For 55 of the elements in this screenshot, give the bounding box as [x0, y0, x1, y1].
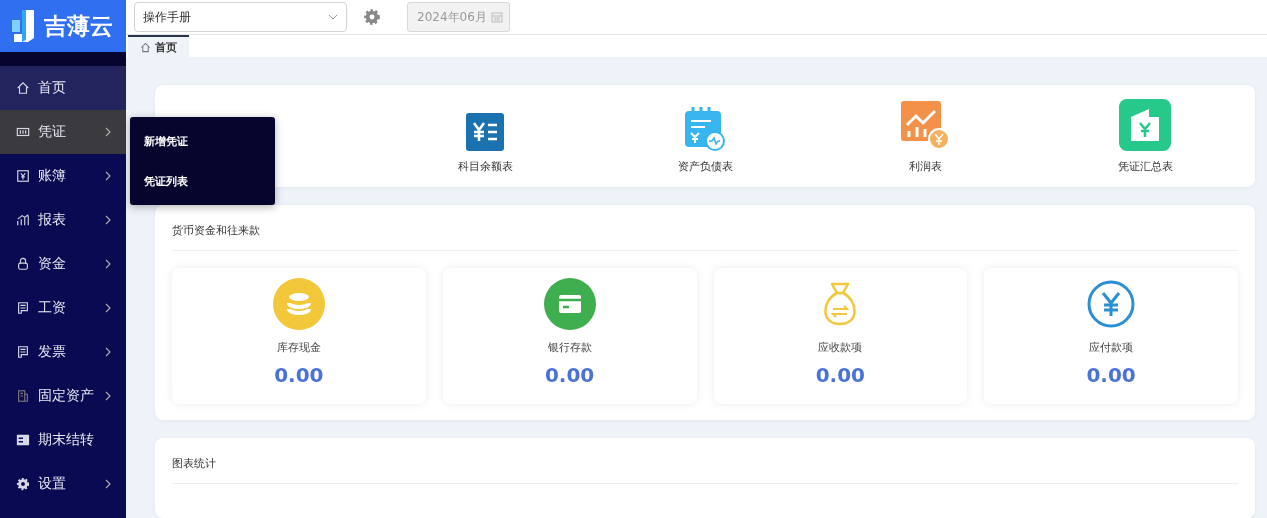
fund-value: 0.00	[1086, 363, 1136, 387]
sidebar-item[interactable]: 发票	[0, 330, 126, 374]
quick-link-label[interactable]: 科目余额表	[457, 159, 513, 174]
chevron-right-icon	[104, 347, 112, 357]
logo-text: 吉薄云	[44, 11, 113, 41]
submenu-item[interactable]: 凭证列表	[130, 161, 275, 201]
quick-link-label[interactable]: 凭证汇总表	[1117, 159, 1173, 174]
sidebar-item[interactable]: 凭证	[0, 110, 126, 154]
sidebar-item[interactable]: 资金	[0, 242, 126, 286]
notepad-icon	[683, 105, 727, 151]
wallet-icon	[1119, 99, 1171, 151]
chevron-right-icon	[104, 171, 112, 181]
calendar-icon	[491, 11, 503, 24]
sidebar-item[interactable]: 固定资产	[0, 374, 126, 418]
quick-link-label[interactable]: 资产负债表	[677, 159, 733, 174]
settings-icon[interactable]	[363, 8, 381, 27]
chevron-down-icon	[328, 14, 338, 21]
section-title: 图表统计	[172, 450, 1238, 484]
document-icon	[16, 345, 30, 359]
fund-label: 应收款项	[818, 340, 863, 355]
chart-icon	[16, 213, 30, 227]
ledger-icon	[466, 113, 504, 151]
quick-link-label[interactable]: 利润表	[908, 159, 942, 174]
sidebar-item[interactable]: 首页	[0, 66, 126, 110]
settings-icon	[16, 477, 30, 491]
section-title: 货币资金和往来款	[172, 217, 1238, 251]
sidebar-item[interactable]: 账簿	[0, 154, 126, 198]
yen-icon	[16, 169, 30, 183]
sidebar-item[interactable]: 工资	[0, 286, 126, 330]
fund-label: 银行存款	[547, 340, 592, 355]
fund-label: 库存现金	[276, 340, 321, 355]
chevron-right-icon	[104, 391, 112, 401]
chevron-right-icon	[104, 259, 112, 269]
tab[interactable]: 首页	[128, 35, 189, 57]
fund-value: 0.00	[544, 363, 595, 387]
sidebar-item[interactable]: 设置	[0, 462, 126, 506]
submenu-item[interactable]: 新增凭证	[130, 121, 275, 161]
chevron-right-icon	[104, 127, 112, 137]
fund-label: 应付款项	[1089, 340, 1134, 355]
fund-value: 0.00	[274, 363, 324, 387]
home-icon	[16, 81, 30, 95]
lock-icon	[16, 257, 30, 271]
manual-select[interactable]: 操作手册	[134, 2, 347, 33]
chevron-right-icon	[104, 215, 112, 225]
fund-value: 0.00	[815, 363, 866, 387]
transfer-icon	[16, 433, 30, 447]
sidebar-item[interactable]: 报表	[0, 198, 126, 242]
chevron-right-icon	[104, 303, 112, 313]
ticket-icon	[16, 125, 30, 139]
home-icon	[140, 41, 151, 53]
document-icon	[16, 301, 30, 315]
growth-chart-icon	[899, 99, 951, 151]
sidebar-item[interactable]: 期末结转	[0, 418, 126, 462]
chevron-right-icon	[104, 479, 112, 489]
building-icon	[16, 389, 30, 403]
